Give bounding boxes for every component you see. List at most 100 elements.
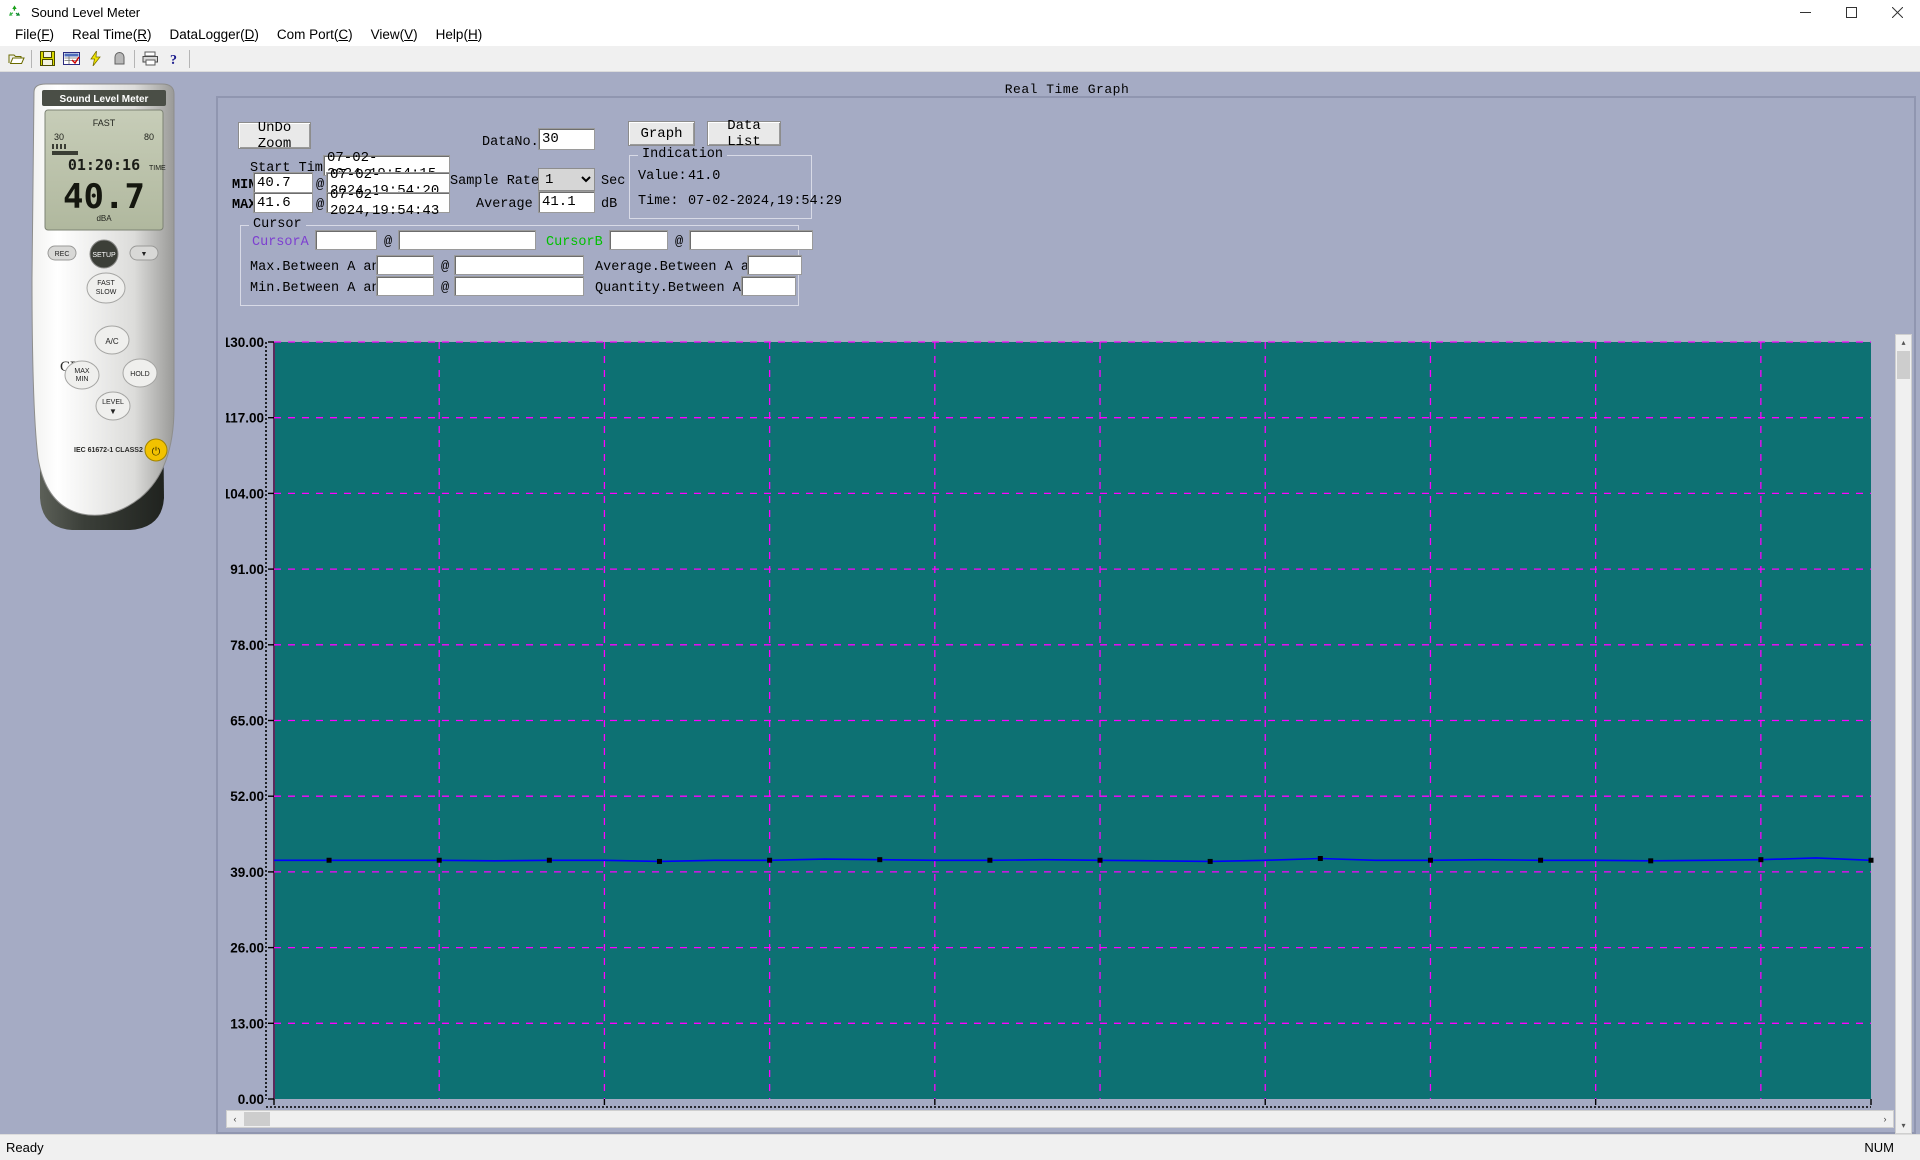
scroll-v-thumb[interactable] (1897, 351, 1910, 379)
indication-value-label: Value: (638, 169, 687, 184)
svg-text:39.00: 39.00 (230, 865, 264, 880)
chart-area[interactable]: 0.00 13.00 26.00 39.00 52.00 65.00 78.00 91.00 1… (226, 334, 1910, 1139)
undo-zoom-button[interactable]: UnDo Zoom (238, 120, 311, 152)
cursor-b-time-field[interactable] (689, 230, 813, 250)
quantity-between-field[interactable] (741, 276, 796, 296)
average-between-field[interactable] (747, 255, 802, 275)
stop-icon[interactable] (107, 48, 131, 70)
svg-text:A/C: A/C (105, 337, 119, 346)
menu-com-port[interactable]: Com Port(C) (268, 25, 362, 45)
realtime-icon[interactable] (83, 48, 107, 70)
cursor-b-at-symbol: @ (675, 235, 684, 250)
max-between-time-field[interactable] (454, 255, 584, 275)
minimize-button[interactable] (1782, 0, 1828, 24)
min-value-field[interactable]: 40.7 (253, 172, 313, 193)
real-time-chart[interactable]: 0.00 13.00 26.00 39.00 52.00 65.00 78.00 91.00 1… (226, 334, 1881, 1134)
status-bar: Ready NUM (0, 1134, 1920, 1160)
maximize-button[interactable] (1828, 0, 1874, 24)
svg-text:TIME: TIME (149, 165, 166, 172)
application-window: Sound Level Meter File(F) Real Time(R) D… (0, 0, 1920, 1160)
data-no-field[interactable]: 30 (538, 128, 595, 150)
scroll-h-thumb[interactable] (244, 1112, 270, 1126)
datalogger-icon[interactable] (59, 48, 83, 70)
cursor-a-time-field[interactable] (398, 230, 536, 250)
svg-text:⏻: ⏻ (152, 446, 161, 458)
cursor-a-value-field[interactable] (315, 230, 377, 250)
min-between-value-field[interactable] (376, 276, 434, 296)
menu-real-time[interactable]: Real Time(R) (63, 25, 161, 45)
svg-text:0.00: 0.00 (238, 1092, 264, 1107)
average-field[interactable]: 41.1 (538, 191, 595, 213)
save-icon[interactable] (35, 48, 59, 70)
menu-file[interactable]: File(F) (6, 25, 63, 45)
close-button[interactable] (1874, 0, 1920, 24)
menu-file-accel: F (41, 27, 50, 42)
toolbar-separator-2 (134, 49, 135, 68)
menu-real-time-label: Real Time (72, 27, 133, 42)
indication-value: 41.0 (688, 169, 721, 184)
svg-text:FAST: FAST (97, 280, 115, 287)
menu-datalogger[interactable]: DataLogger(D) (161, 25, 268, 45)
sound-level-meter-device: Sound Level Meter FAST 30 80 01:20:16 TI… (31, 83, 175, 530)
max-time-field[interactable]: 07-02-2024,19:54:43 (326, 187, 450, 219)
svg-text:01:20:16: 01:20:16 (68, 156, 140, 174)
svg-text:▼: ▼ (141, 251, 148, 258)
svg-text:80: 80 (144, 132, 154, 142)
cursor-group-title: Cursor (249, 217, 306, 232)
indication-time-label: Time: (638, 194, 679, 209)
open-icon[interactable] (4, 48, 28, 70)
scroll-down-arrow[interactable]: ▾ (1896, 1118, 1911, 1133)
max-value-field[interactable]: 41.6 (253, 192, 313, 213)
menu-file-label: File (15, 27, 37, 42)
svg-text:Sound Level Meter: Sound Level Meter (60, 94, 149, 105)
svg-text:IEC 61672-1 CLASS2: IEC 61672-1 CLASS2 (74, 447, 143, 454)
svg-text:▼: ▼ (109, 407, 117, 416)
cursor-b-label: CursorB (546, 235, 603, 250)
menu-datalogger-label: DataLogger (169, 27, 241, 42)
menu-real-time-accel: R (137, 27, 148, 42)
db-label: dB (601, 197, 618, 212)
svg-text:91.00: 91.00 (230, 562, 264, 577)
cursor-a-at-symbol: @ (384, 235, 393, 250)
svg-text:SLOW: SLOW (96, 289, 117, 296)
min-between-time-field[interactable] (454, 276, 584, 296)
data-list-button[interactable]: Data List (707, 118, 781, 150)
svg-text:MAX: MAX (74, 368, 90, 375)
cursor-a-label: CursorA (252, 235, 309, 250)
sec-label: Sec (601, 174, 626, 189)
toolbar: ? (0, 46, 1920, 72)
indication-time: 07-02-2024,19:54:29 (688, 194, 842, 209)
cursor-b-value-field[interactable] (609, 230, 668, 250)
svg-text:78.00: 78.00 (230, 638, 264, 653)
menu-view[interactable]: View(V) (362, 25, 427, 45)
max-between-value-field[interactable] (376, 255, 434, 275)
chart-horizontal-scrollbar[interactable]: ‹ › (226, 1110, 1894, 1128)
status-message: Ready (6, 1140, 44, 1155)
sample-rate-select[interactable]: 1 (538, 168, 595, 191)
svg-text:52.00: 52.00 (230, 789, 264, 804)
svg-text:40.7: 40.7 (63, 177, 145, 217)
scroll-up-arrow[interactable]: ▴ (1896, 335, 1911, 350)
menu-com-port-accel: C (338, 27, 349, 42)
svg-text:30: 30 (54, 132, 64, 142)
min-between-at-symbol: @ (441, 281, 450, 296)
svg-text:65.00: 65.00 (230, 714, 264, 729)
svg-text:SETUP: SETUP (92, 252, 116, 259)
help-icon[interactable]: ? (162, 48, 186, 70)
sample-rate-label: Sample Rate (450, 174, 540, 189)
graph-button[interactable]: Graph (628, 121, 695, 146)
max-at-symbol: @ (316, 198, 325, 213)
menu-datalogger-accel: D (244, 27, 255, 42)
menu-view-accel: V (404, 27, 414, 42)
print-icon[interactable] (138, 48, 162, 70)
real-time-graph-window: UnDo Zoom Start Time 07-02-2024,19:54:15… (216, 96, 1916, 1134)
scroll-right-arrow[interactable]: › (1877, 1111, 1893, 1127)
scroll-left-arrow[interactable]: ‹ (227, 1111, 243, 1127)
svg-text:MIN: MIN (76, 376, 89, 383)
svg-text:HOLD: HOLD (130, 371, 149, 378)
menu-help[interactable]: Help(H) (427, 25, 492, 45)
svg-text:REC: REC (55, 251, 70, 258)
chart-vertical-scrollbar[interactable]: ▴ ▾ (1895, 334, 1912, 1134)
device-image-pane: Sound Level Meter FAST 30 80 01:20:16 TI… (0, 72, 214, 1134)
svg-text:FAST: FAST (93, 118, 116, 128)
